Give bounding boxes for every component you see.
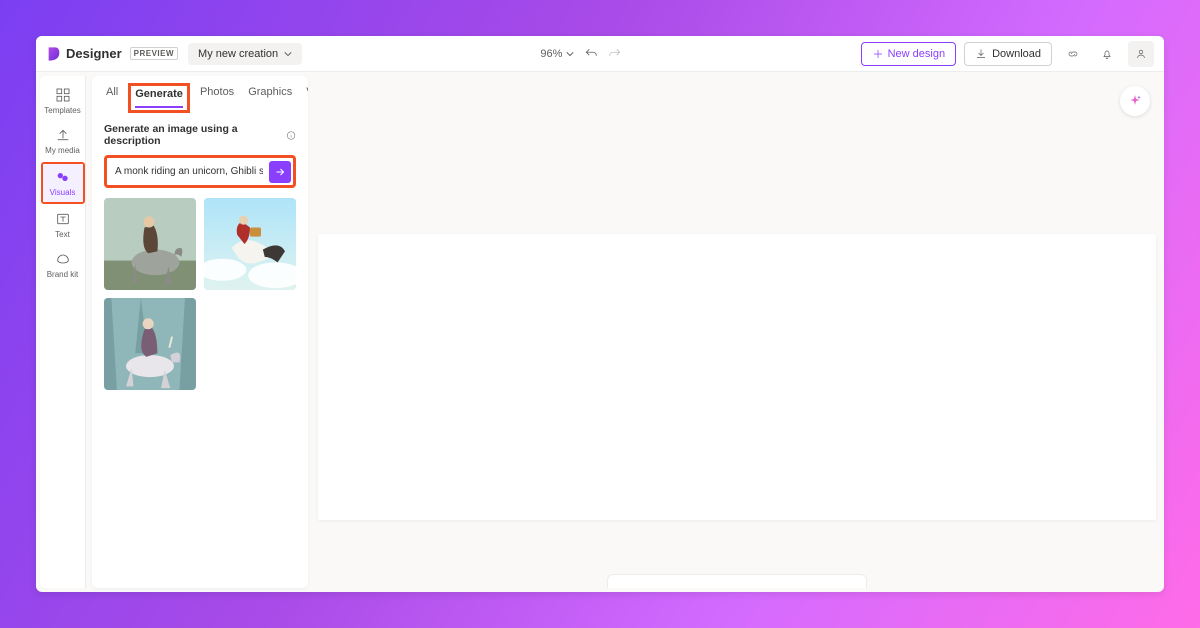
chevron-down-icon [566,50,574,58]
download-icon [975,48,987,60]
generated-image-2 [204,198,296,290]
zoom-value: 96% [540,48,562,60]
rail-brand-kit-label: Brand kit [47,270,79,279]
generated-image-1 [104,198,196,290]
brand: Designer PREVIEW [46,46,178,62]
designer-logo-icon [46,46,62,62]
notifications-button[interactable] [1094,41,1120,67]
panel-body: Generate an image using a description [92,113,308,400]
upload-icon [55,127,71,143]
rail-my-media-label: My media [45,146,80,155]
visuals-highlight: Visuals [41,162,85,204]
account-button[interactable] [1128,41,1154,67]
tab-all[interactable]: All [106,86,118,113]
tab-graphics[interactable]: Graphics [248,86,292,113]
new-design-button[interactable]: New design [861,42,956,66]
plus-icon [872,48,884,60]
design-canvas[interactable] [318,234,1156,520]
chevron-down-icon [284,50,292,58]
generate-label-text: Generate an image using a description [104,123,282,147]
new-design-label: New design [888,48,945,60]
generate-tab-highlight: Generate [128,83,190,113]
left-rail: Templates My media Visuals Text Brand ki… [40,76,86,588]
rail-brand-kit[interactable]: Brand kit [43,246,83,284]
rail-text-label: Text [55,230,70,239]
preview-badge: PREVIEW [130,47,178,60]
link-icon [1067,48,1079,60]
download-label: Download [992,48,1041,60]
undo-icon[interactable] [584,47,598,61]
tab-photos[interactable]: Photos [200,86,234,113]
visuals-panel: All Generate Photos Graphics Videos Gene… [92,76,308,588]
ai-assist-button[interactable] [1120,86,1150,116]
app-window: Designer PREVIEW My new creation 96% New… [36,36,1164,592]
bell-icon [1101,48,1113,60]
result-thumb-1[interactable] [104,198,196,290]
zoom-control[interactable]: 96% [540,48,574,60]
person-icon [1135,48,1147,60]
prompt-input-highlight [104,155,296,188]
prompt-input[interactable] [109,160,269,183]
file-name-dropdown[interactable]: My new creation [188,43,302,65]
generated-image-3 [104,298,196,390]
file-name-label: My new creation [198,48,278,60]
topbar-center: 96% [302,47,860,61]
rail-text[interactable]: Text [43,206,83,244]
tab-videos[interactable]: Videos [306,86,308,113]
app-name: Designer [66,46,122,61]
generate-submit-button[interactable] [269,161,291,183]
text-icon [55,211,71,227]
result-thumb-3[interactable] [104,298,196,390]
canvas-area [314,76,1160,588]
result-thumb-2[interactable] [204,198,296,290]
page-thumbnail-tray[interactable] [607,574,867,588]
rail-visuals-label: Visuals [50,188,76,197]
download-button[interactable]: Download [964,42,1052,66]
topbar-right: New design Download [861,41,1154,67]
generate-description-label: Generate an image using a description [104,123,296,147]
app-body: Templates My media Visuals Text Brand ki… [36,72,1164,592]
sparkle-icon [1127,93,1143,109]
templates-icon [55,87,71,103]
panel-tabs: All Generate Photos Graphics Videos [92,76,308,113]
visuals-icon [55,169,71,185]
brand-kit-icon [55,251,71,267]
tab-generate[interactable]: Generate [135,88,183,108]
rail-templates-label: Templates [44,106,80,115]
redo-icon[interactable] [608,47,622,61]
rail-templates[interactable]: Templates [43,82,83,120]
link-button[interactable] [1060,41,1086,67]
top-bar: Designer PREVIEW My new creation 96% New… [36,36,1164,72]
results-grid [104,198,296,390]
arrow-right-icon [274,166,286,178]
rail-visuals[interactable]: Visuals [43,164,83,202]
rail-my-media[interactable]: My media [43,122,83,160]
info-icon[interactable] [286,130,296,141]
